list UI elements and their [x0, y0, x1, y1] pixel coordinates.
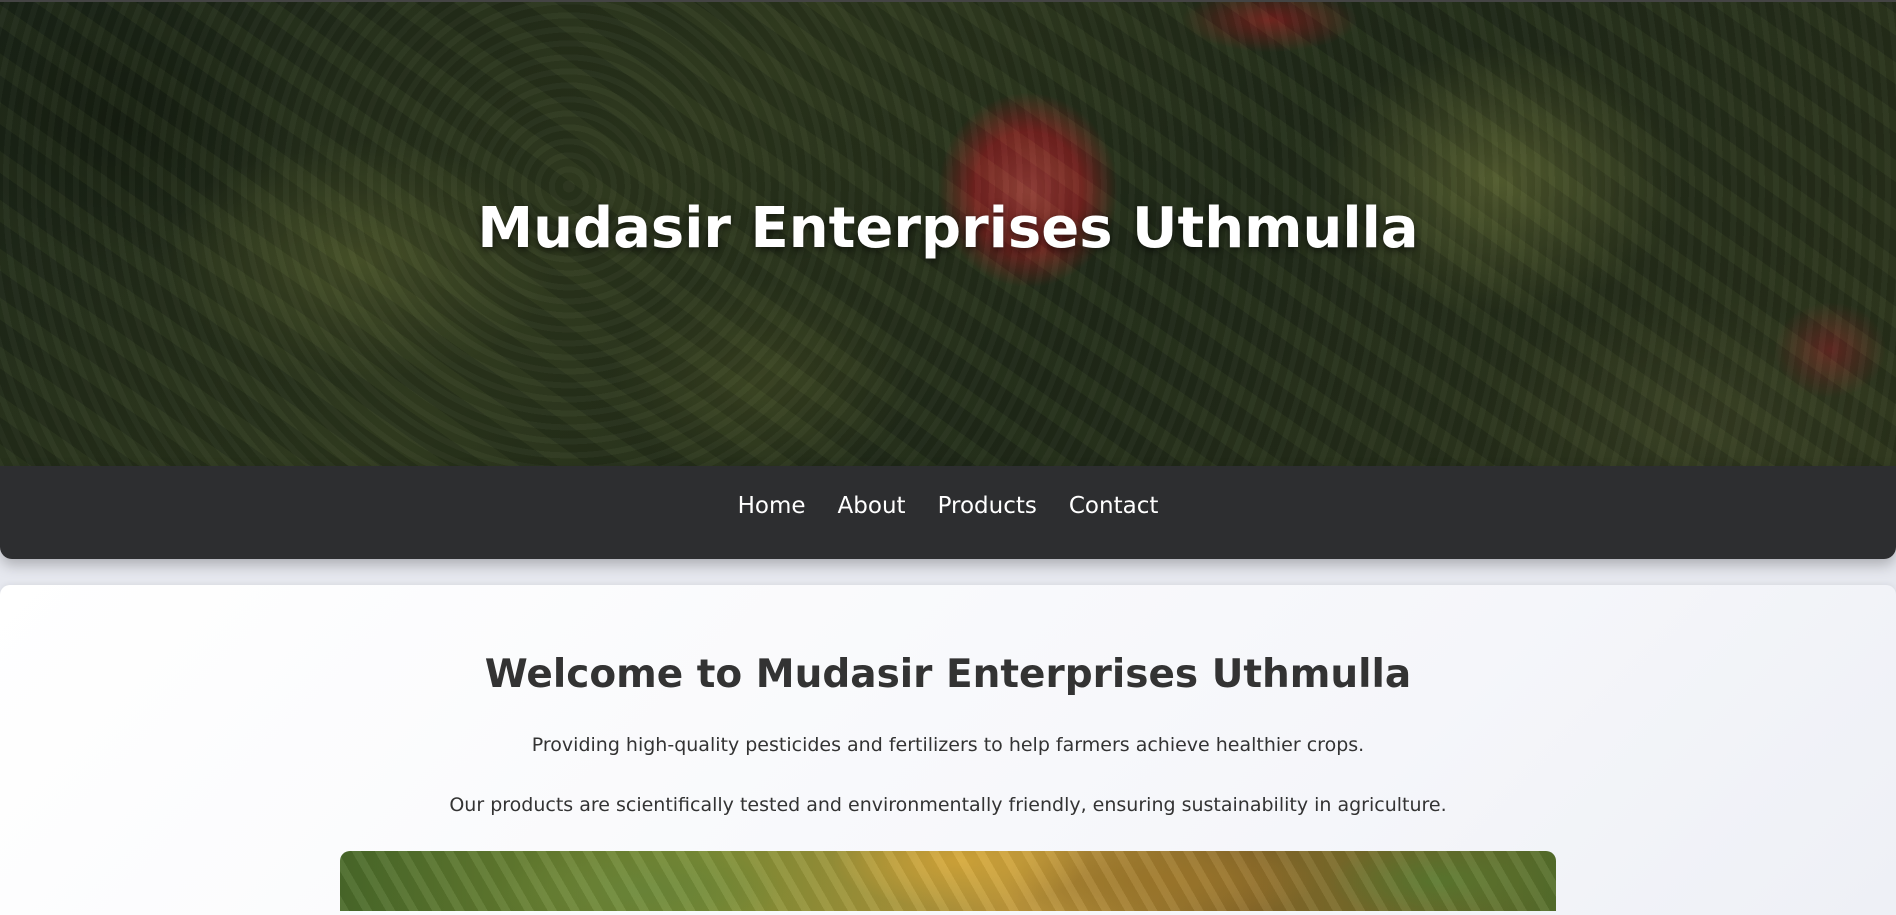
nav-link-products[interactable]: Products: [938, 493, 1037, 519]
sustainability-paragraph: Our products are scientifically tested a…: [449, 794, 1447, 816]
welcome-section: Welcome to Mudasir Enterprises Uthmulla …: [0, 585, 1896, 915]
top-border: [0, 0, 1896, 2]
nav-link-about[interactable]: About: [838, 493, 906, 519]
crop-spraying-image: [340, 851, 1556, 911]
site-title: Mudasir Enterprises Uthmulla: [477, 196, 1419, 261]
nav-link-home[interactable]: Home: [738, 493, 806, 519]
hero-banner: Mudasir Enterprises Uthmulla: [0, 0, 1896, 466]
welcome-heading: Welcome to Mudasir Enterprises Uthmulla: [484, 652, 1412, 697]
nav-link-contact[interactable]: Contact: [1069, 493, 1158, 519]
intro-paragraph: Providing high-quality pesticides and fe…: [531, 734, 1365, 756]
main-navigation: Home About Products Contact: [0, 466, 1896, 559]
